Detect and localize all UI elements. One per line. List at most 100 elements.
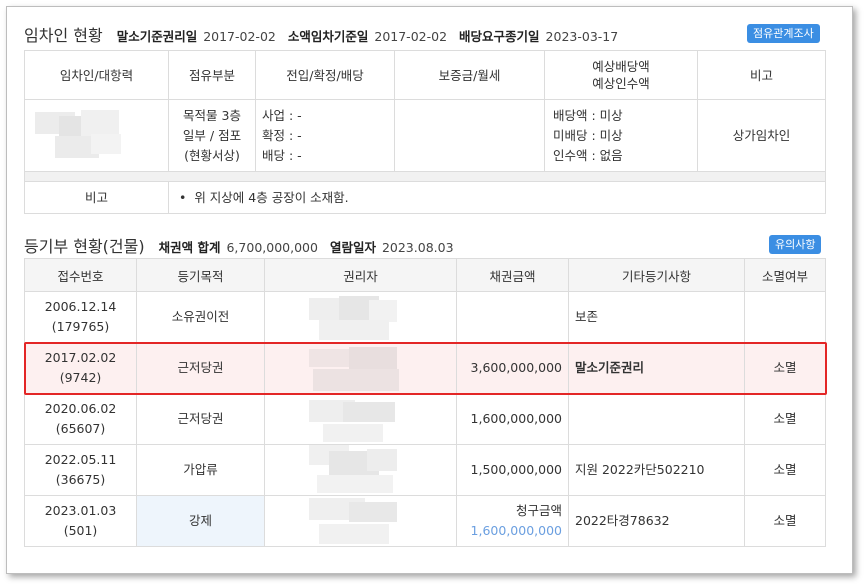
table-row: 2022.05.11 (36675) 가압류 1,500,000,000 지원 2… — [24, 444, 826, 496]
etc-cell: 보존 — [568, 291, 745, 343]
etc-cell: 2022타경78632 — [568, 495, 745, 547]
deposit-cell — [394, 99, 545, 172]
occupancy-line-1: 목적물 3층 — [183, 107, 241, 123]
extinct-cell: 소멸 — [744, 495, 826, 547]
dividend-line-2: 미배당 : 미상 — [553, 127, 623, 143]
purpose-cell: 강제 — [136, 495, 265, 547]
view-date-label: 열람일자 — [329, 240, 376, 255]
tenant-section-header: 임차인 현황 말소기준권리일 2017-02-02 소액임차기준일 2017-0… — [24, 22, 630, 46]
header-dividend-text: 예상배당액 예상인수액 — [592, 59, 650, 91]
header-tenant: 임차인/대항력 — [24, 50, 169, 100]
view-date-value: 2023.08.03 — [381, 240, 454, 255]
right-holder-redacted — [264, 291, 457, 343]
occupancy-survey-button[interactable]: 점유관계조사 — [747, 24, 820, 43]
receipt-no: (9742) — [59, 370, 102, 385]
purpose-cell: 소유권이전 — [136, 291, 265, 343]
dividend-line-3: 인수액 : 없음 — [553, 147, 623, 163]
purpose-cell: 근저당권 — [136, 342, 265, 394]
header-purpose: 등기목적 — [136, 258, 265, 292]
table-row: 2006.12.14 (179765) 소유권이전 보존 — [24, 291, 826, 343]
header-claim-amount: 채권금액 — [456, 258, 569, 292]
receipt-cell: 2006.12.14 (179765) — [24, 291, 137, 343]
receipt-date: 2017.02.02 — [44, 350, 117, 365]
remark-text: 위 지상에 4층 공장이 소재함. — [194, 189, 349, 205]
receipt-no: (179765) — [51, 319, 110, 334]
table-row: 2023.01.03 (501) 강제 청구금액 1,600,000,000 20… — [24, 495, 826, 547]
extinct-cell: 소멸 — [744, 393, 826, 445]
purpose-cell: 가압류 — [136, 444, 265, 496]
dividend-cell: 배당액 : 미상 미배당 : 미상 인수액 : 없음 — [544, 99, 698, 172]
right-holder-redacted — [264, 495, 457, 547]
extinct-cell: 소멸 — [744, 342, 826, 394]
right-holder-redacted — [264, 342, 457, 394]
registry-table-header: 접수번호 등기목적 권리자 채권금액 기타등기사항 소멸여부 — [24, 258, 826, 292]
occupancy-line-3: (현황서상) — [184, 147, 240, 163]
claim-amount-label: 청구금액 — [515, 503, 562, 518]
dividend-deadline-value: 2023-03-17 — [545, 29, 619, 44]
header-remark: 비고 — [697, 50, 826, 100]
redaction-blur — [309, 347, 399, 391]
header-extinct: 소멸여부 — [744, 258, 826, 292]
header-receipt-no: 접수번호 — [24, 258, 137, 292]
tenant-remark-row: 비고 • 위 지상에 4층 공장이 소재함. — [24, 181, 826, 214]
tenant-table-header: 임차인/대항력 점유부분 전입/확정/배당 보증금/월세 예상배당액 예상인수액… — [24, 50, 826, 100]
dates-cell: 사업 : - 확정 : - 배당 : - — [255, 99, 395, 172]
etc-cell: 지원 2022카단502210 — [568, 444, 745, 496]
tenant-section-title: 임차인 현황 — [24, 26, 103, 45]
registry-section-header: 등기부 현황(건물) 채권액 합계 6,700,000,000 열람일자 202… — [24, 233, 466, 257]
redaction-blur — [309, 296, 397, 340]
receipt-no: (36675) — [55, 472, 106, 487]
notice-button[interactable]: 유의사항 — [769, 235, 822, 254]
claim-amount-cell: 1,500,000,000 — [456, 444, 569, 496]
remark-text-cell: • 위 지상에 4층 공장이 소재함. — [168, 181, 826, 214]
claim-amount-cell: 3,600,000,000 — [456, 342, 569, 394]
small-lease-date-label: 소액임차기준일 — [287, 29, 369, 44]
dividend-deadline-label: 배당요구종기일 — [459, 29, 540, 44]
claim-amount-cell — [456, 291, 569, 343]
header-deposit: 보증금/월세 — [394, 50, 545, 100]
dates-line-1: 사업 : - — [262, 107, 302, 123]
extinct-cell — [744, 291, 826, 343]
etc-cell: 말소기준권리 — [568, 342, 745, 394]
claim-amount-value: 1,600,000,000 — [470, 523, 562, 538]
tenant-name-redacted — [24, 99, 169, 172]
receipt-cell: 2022.05.11 (36675) — [24, 444, 137, 496]
registry-table: 접수번호 등기목적 권리자 채권금액 기타등기사항 소멸여부 2006.12.1… — [24, 258, 826, 547]
receipt-date: 2023.01.03 — [44, 503, 117, 518]
right-holder-redacted — [264, 444, 457, 496]
receipt-date: 2022.05.11 — [44, 452, 117, 467]
registry-section-title: 등기부 현황(건물) — [24, 237, 145, 256]
occupancy-cell: 목적물 3층 일부 / 점포 (현황서상) — [168, 99, 256, 172]
receipt-cell: 2023.01.03 (501) — [24, 495, 137, 547]
base-right-date-label: 말소기준권리일 — [116, 29, 198, 44]
receipt-date: 2006.12.14 — [44, 299, 117, 314]
tenant-row: 목적물 3층 일부 / 점포 (현황서상) 사업 : - 확정 : - 배당 :… — [24, 99, 826, 172]
receipt-no: (501) — [63, 523, 98, 538]
base-right-date-value: 2017-02-02 — [203, 29, 276, 44]
receipt-date: 2020.06.02 — [44, 401, 117, 416]
table-row: 2020.06.02 (65607) 근저당권 1,600,000,000 소멸 — [24, 393, 826, 445]
extinct-cell: 소멸 — [744, 444, 826, 496]
table-row-base-right: 2017.02.02 (9742) 근저당권 3,600,000,000 말소기준… — [24, 342, 826, 394]
total-claim-value: 6,700,000,000 — [226, 240, 318, 255]
total-claim-label: 채권액 합계 — [158, 240, 221, 255]
redaction-blur — [35, 110, 121, 158]
header-dividend: 예상배당액 예상인수액 — [544, 50, 698, 100]
claim-amount-cell: 1,600,000,000 — [456, 393, 569, 445]
tenant-table: 임차인/대항력 점유부분 전입/확정/배당 보증금/월세 예상배당액 예상인수액… — [24, 50, 826, 214]
header-dates: 전입/확정/배당 — [255, 50, 395, 100]
header-etc: 기타등기사항 — [568, 258, 745, 292]
receipt-cell: 2017.02.02 (9742) — [24, 342, 137, 394]
occupancy-line-2: 일부 / 점포 — [182, 127, 242, 143]
header-occupancy: 점유부분 — [168, 50, 256, 100]
dates-line-3: 배당 : - — [262, 147, 302, 163]
tenant-spacer-row — [24, 171, 826, 182]
purpose-cell: 근저당권 — [136, 393, 265, 445]
header-right-holder: 권리자 — [264, 258, 457, 292]
right-holder-redacted — [264, 393, 457, 445]
dates-line-2: 확정 : - — [262, 127, 302, 143]
bullet-icon: • — [179, 189, 195, 205]
receipt-no: (65607) — [55, 421, 106, 436]
remark-label: 비고 — [24, 181, 169, 214]
tenant-note-cell: 상가임차인 — [697, 99, 826, 172]
